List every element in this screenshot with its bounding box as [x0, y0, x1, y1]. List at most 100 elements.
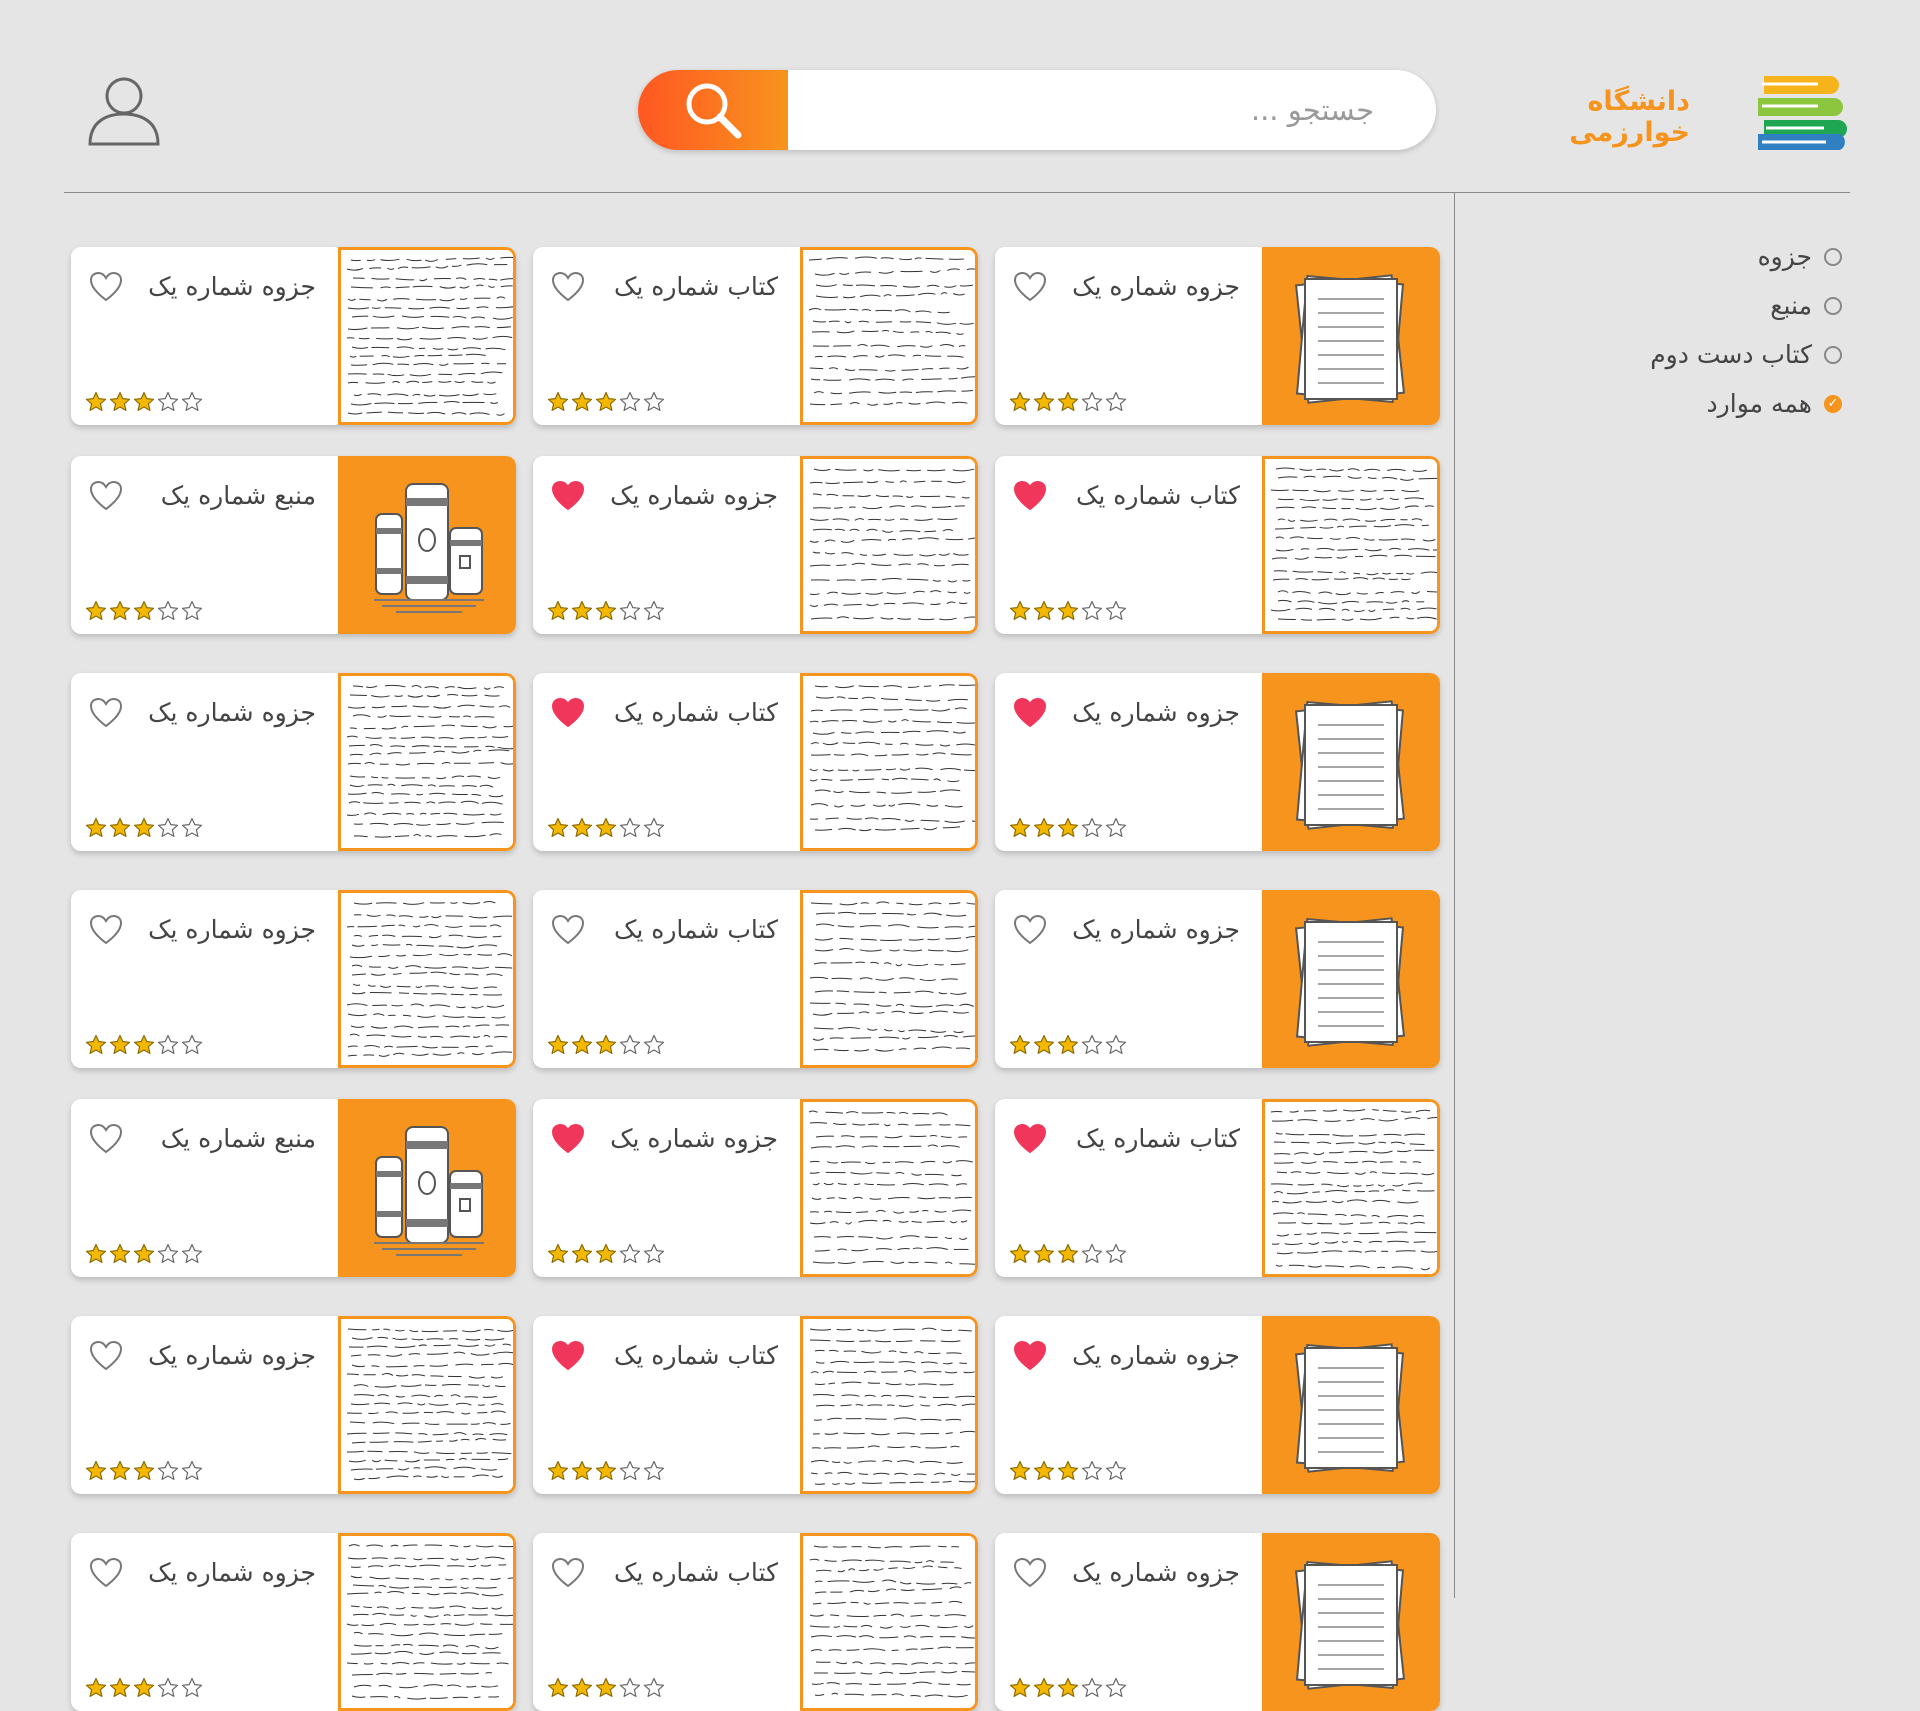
star-empty-icon	[181, 1460, 203, 1480]
item-thumbnail	[1262, 673, 1440, 851]
star-filled-icon	[109, 1034, 131, 1054]
filter-option-manba[interactable]: منبع	[1600, 281, 1850, 330]
item-card[interactable]: جزوه شماره یک	[995, 247, 1440, 425]
heart-outline-icon[interactable]	[89, 1123, 123, 1155]
radio-icon[interactable]	[1824, 247, 1842, 266]
star-empty-icon	[181, 1243, 203, 1263]
item-card[interactable]: جزوه شماره یک	[533, 1099, 978, 1277]
star-empty-icon	[181, 600, 203, 620]
heart-filled-icon[interactable]	[551, 1123, 585, 1155]
handwritten-notes-image	[1265, 459, 1437, 631]
item-card[interactable]: جزوه شماره یک	[71, 673, 516, 851]
item-card[interactable]: جزوه شماره یک	[995, 890, 1440, 1068]
heart-outline-icon[interactable]	[89, 914, 123, 946]
item-thumbnail	[800, 1533, 978, 1711]
rating-stars	[547, 1460, 667, 1482]
rating-stars	[1009, 600, 1129, 622]
star-empty-icon	[157, 391, 179, 411]
item-title: جزوه شماره یک	[1072, 272, 1240, 301]
star-filled-icon	[1033, 817, 1055, 837]
star-filled-icon	[85, 1677, 107, 1697]
item-card[interactable]: کتاب شماره یک	[533, 890, 978, 1068]
radio-icon[interactable]	[1824, 296, 1842, 315]
star-empty-icon	[619, 600, 641, 620]
search-input[interactable]	[788, 70, 1398, 150]
heart-outline-icon[interactable]	[1013, 1557, 1047, 1589]
star-filled-icon	[547, 600, 569, 620]
star-filled-icon	[1057, 1034, 1079, 1054]
star-empty-icon	[157, 1034, 179, 1054]
books-icon	[374, 1126, 484, 1256]
heart-outline-icon[interactable]	[551, 1557, 585, 1589]
heart-filled-icon[interactable]	[1013, 1123, 1047, 1155]
item-card[interactable]: کتاب شماره یک	[995, 456, 1440, 634]
handwritten-notes-image	[803, 250, 975, 422]
item-card[interactable]: منبع شماره یک	[71, 1099, 516, 1277]
item-card[interactable]: جزوه شماره یک	[71, 1316, 516, 1494]
heart-filled-icon[interactable]	[551, 1340, 585, 1372]
item-thumbnail	[338, 247, 516, 425]
star-filled-icon	[571, 1677, 593, 1697]
heart-outline-icon[interactable]	[1013, 271, 1047, 303]
brand-name: دانشگاه خوارزمی	[1569, 86, 1690, 148]
star-empty-icon	[181, 817, 203, 837]
item-title: کتاب شماره یک	[613, 1558, 778, 1587]
filter-option-second-hand-book[interactable]: کتاب دست دوم	[1600, 330, 1850, 379]
item-thumbnail	[338, 1533, 516, 1711]
star-filled-icon	[1057, 391, 1079, 411]
heart-filled-icon[interactable]	[551, 480, 585, 512]
item-card[interactable]: کتاب شماره یک	[995, 1099, 1440, 1277]
radio-icon[interactable]	[1824, 345, 1842, 364]
heart-outline-icon[interactable]	[1013, 914, 1047, 946]
item-card[interactable]: جزوه شماره یک	[71, 247, 516, 425]
star-empty-icon	[1081, 817, 1103, 837]
rating-stars	[85, 1677, 205, 1699]
radio-checked-icon[interactable]: ✓	[1824, 394, 1842, 413]
item-card[interactable]: کتاب شماره یک	[533, 247, 978, 425]
heart-filled-icon[interactable]	[1013, 697, 1047, 729]
item-card[interactable]: منبع شماره یک	[71, 456, 516, 634]
heart-filled-icon[interactable]	[1013, 480, 1047, 512]
heart-outline-icon[interactable]	[89, 1340, 123, 1372]
heart-outline-icon[interactable]	[551, 914, 585, 946]
item-card[interactable]: کتاب شماره یک	[533, 1533, 978, 1711]
star-filled-icon	[1033, 1034, 1055, 1054]
handwritten-notes-image	[803, 676, 975, 848]
user-icon[interactable]	[86, 72, 162, 148]
heart-outline-icon[interactable]	[89, 1557, 123, 1589]
star-empty-icon	[1105, 1034, 1127, 1054]
heart-outline-icon[interactable]	[89, 271, 123, 303]
item-card[interactable]: جزوه شماره یک	[71, 1533, 516, 1711]
star-filled-icon	[547, 1034, 569, 1054]
heart-filled-icon[interactable]	[1013, 1340, 1047, 1372]
item-card[interactable]: کتاب شماره یک	[533, 1316, 978, 1494]
header-divider	[64, 192, 1850, 193]
handwritten-notes-image	[803, 1102, 975, 1274]
rating-stars	[1009, 1460, 1129, 1482]
heart-outline-icon[interactable]	[551, 271, 585, 303]
star-filled-icon	[109, 1460, 131, 1480]
item-card[interactable]: جزوه شماره یک	[533, 456, 978, 634]
handwritten-notes-image	[341, 250, 513, 422]
item-title: کتاب شماره یک	[1075, 481, 1240, 510]
filter-option-jozve[interactable]: جزوه	[1600, 232, 1850, 281]
item-card[interactable]: جزوه شماره یک	[995, 1533, 1440, 1711]
heart-filled-icon[interactable]	[551, 697, 585, 729]
rating-stars	[85, 1034, 205, 1056]
filter-option-all[interactable]: ✓ همه موارد	[1600, 379, 1850, 428]
rating-stars	[85, 600, 205, 622]
item-card[interactable]: جزوه شماره یک	[995, 673, 1440, 851]
item-card[interactable]: جزوه شماره یک	[995, 1316, 1440, 1494]
item-card[interactable]: کتاب شماره یک	[533, 673, 978, 851]
handwritten-notes-image	[341, 676, 513, 848]
item-title: جزوه شماره یک	[1072, 1341, 1240, 1370]
heart-outline-icon[interactable]	[89, 480, 123, 512]
item-card[interactable]: جزوه شماره یک	[71, 890, 516, 1068]
heart-outline-icon[interactable]	[89, 697, 123, 729]
star-empty-icon	[1081, 1034, 1103, 1054]
search-button[interactable]	[638, 70, 788, 150]
search-icon	[686, 83, 742, 139]
star-filled-icon	[109, 600, 131, 620]
item-title: جزوه شماره یک	[148, 1341, 316, 1370]
star-empty-icon	[619, 817, 641, 837]
